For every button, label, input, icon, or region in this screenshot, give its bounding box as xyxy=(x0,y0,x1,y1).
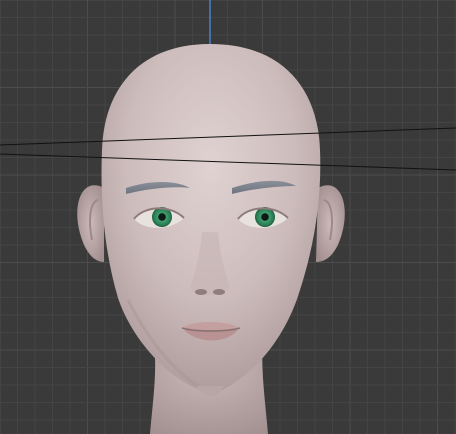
viewport-canvas[interactable] xyxy=(0,0,456,434)
right-ear xyxy=(316,185,345,262)
head xyxy=(101,44,321,397)
left-ear xyxy=(77,185,104,262)
3d-viewport[interactable] xyxy=(0,0,456,434)
